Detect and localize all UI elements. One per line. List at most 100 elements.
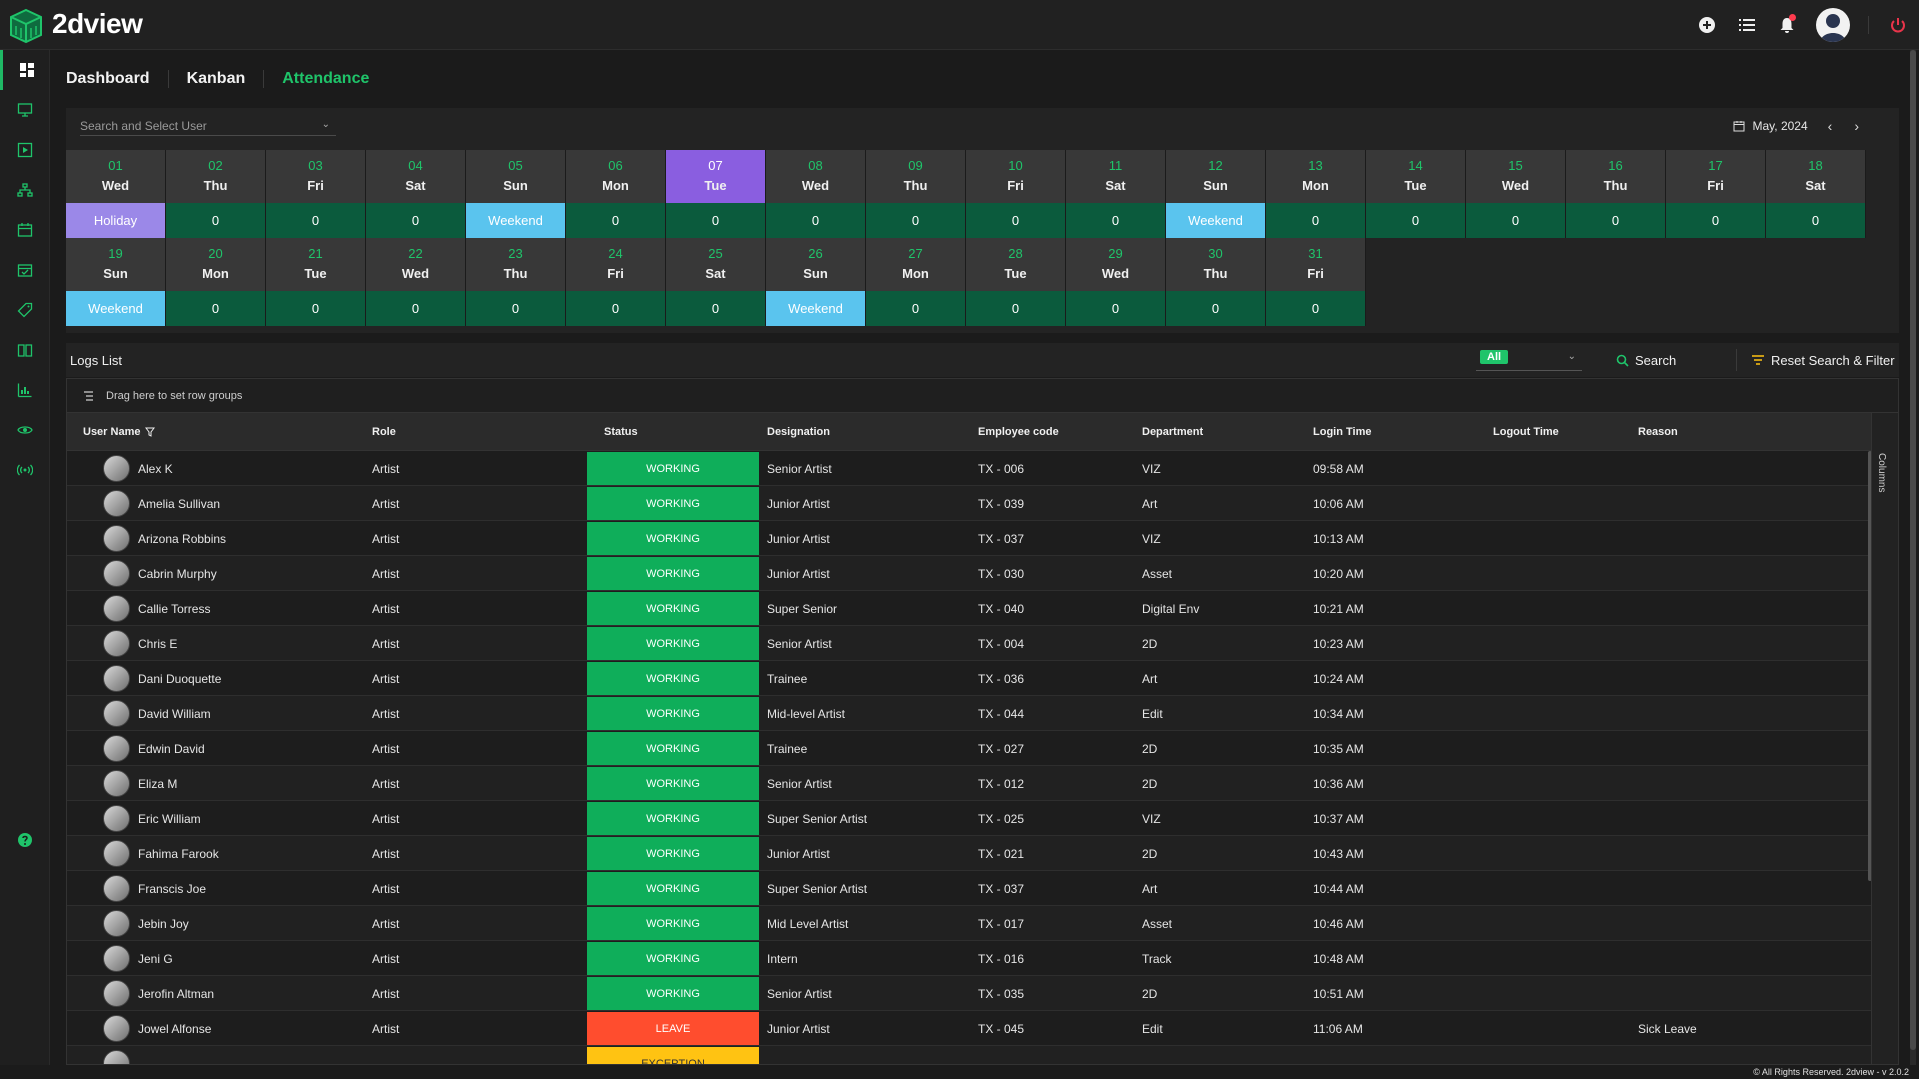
search-button[interactable]: Search: [1616, 349, 1676, 371]
bell-icon[interactable]: [1776, 14, 1798, 36]
user-name-cell[interactable]: Franscis Joe: [103, 871, 206, 906]
sidebar-item-docs[interactable]: [0, 330, 50, 370]
filter-icon[interactable]: [145, 427, 156, 437]
calendar-day[interactable]: 09 Thu 0: [866, 150, 966, 238]
calendar-day[interactable]: 28 Tue 0: [966, 238, 1066, 326]
reset-filter-button[interactable]: Reset Search & Filter: [1736, 349, 1895, 371]
calendar-day[interactable]: 24 Fri 0: [566, 238, 666, 326]
calendar-day[interactable]: 01 Wed Holiday: [66, 150, 166, 238]
calendar-day[interactable]: 06 Mon 0: [566, 150, 666, 238]
user-name-cell[interactable]: Jebin Joy: [103, 906, 189, 941]
row-group-bar[interactable]: Drag here to set row groups: [67, 379, 1898, 413]
user-name-cell[interactable]: Jowel Alfonse: [103, 1011, 211, 1046]
user-name-cell[interactable]: Amelia Sullivan: [103, 486, 220, 521]
user-name-cell[interactable]: Callie Torress: [103, 591, 210, 626]
user-name-cell[interactable]: Dani Duoquette: [103, 661, 221, 696]
calendar-day[interactable]: 30 Thu 0: [1166, 238, 1266, 326]
user-name-cell[interactable]: Arizona Robbins: [103, 521, 226, 556]
calendar-day[interactable]: 27 Mon 0: [866, 238, 966, 326]
sidebar-item-media[interactable]: [0, 130, 50, 170]
calendar-day[interactable]: 13 Mon 0: [1266, 150, 1366, 238]
col-login-time[interactable]: Login Time: [1313, 413, 1371, 451]
sidebar-item-calendar[interactable]: [0, 210, 50, 250]
calendar-day[interactable]: 02 Thu 0: [166, 150, 266, 238]
calendar-day[interactable]: 23 Thu 0: [466, 238, 566, 326]
user-name-cell[interactable]: David William: [103, 696, 211, 731]
sidebar-item-review[interactable]: [0, 410, 50, 450]
user-name-cell[interactable]: Cabrin Murphy: [103, 556, 217, 591]
tab-dashboard[interactable]: Dashboard: [66, 70, 169, 88]
calendar-day[interactable]: 29 Wed 0: [1066, 238, 1166, 326]
table-row[interactable]: Fahima Farook Artist Junior Artist TX - 021…: [67, 836, 1872, 871]
table-row[interactable]: Jebin Joy Artist Mid Level Artist TX - 017 A…: [67, 906, 1872, 941]
next-month-icon[interactable]: ›: [1854, 118, 1859, 134]
calendar-day[interactable]: 26 Sun Weekend: [766, 238, 866, 326]
table-row[interactable]: Alex K Artist Senior Artist TX - 006 VIZ 09:5…: [67, 451, 1872, 486]
calendar-day[interactable]: 20 Mon 0: [166, 238, 266, 326]
table-row[interactable]: Callie Torress Artist Super Senior TX - 040…: [67, 591, 1872, 626]
calendar-day[interactable]: 17 Fri 0: [1666, 150, 1766, 238]
search-user-select[interactable]: Search and Select User ⌄: [80, 116, 336, 136]
col-status[interactable]: Status: [604, 413, 638, 451]
sidebar-item-reports[interactable]: [0, 370, 50, 410]
table-row[interactable]: Cabrin Murphy Artist Junior Artist TX - 030…: [67, 556, 1872, 591]
sidebar-item-help[interactable]: [0, 820, 50, 860]
calendar-day[interactable]: 21 Tue 0: [266, 238, 366, 326]
col-user-name[interactable]: User Name: [83, 413, 156, 451]
calendar-day[interactable]: 04 Sat 0: [366, 150, 466, 238]
add-icon[interactable]: [1696, 14, 1718, 36]
col-logout-time[interactable]: Logout Time: [1493, 413, 1559, 451]
table-row[interactable]: Jerofin Altman Artist Senior Artist TX - 03…: [67, 976, 1872, 1011]
table-row[interactable]: EXCEPTION: [67, 1046, 1872, 1064]
calendar-day[interactable]: 15 Wed 0: [1466, 150, 1566, 238]
col-role[interactable]: Role: [372, 413, 396, 451]
user-name-cell[interactable]: Edwin David: [103, 731, 205, 766]
sidebar-item-monitor[interactable]: [0, 90, 50, 130]
table-row[interactable]: Jowel Alfonse Artist Junior Artist TX - 045…: [67, 1011, 1872, 1046]
sidebar-item-tags[interactable]: [0, 290, 50, 330]
col-reason[interactable]: Reason: [1638, 413, 1678, 451]
status-filter-select[interactable]: All ⌄: [1476, 349, 1582, 371]
sidebar-item-hierarchy[interactable]: [0, 170, 50, 210]
calendar-day[interactable]: 05 Sun Weekend: [466, 150, 566, 238]
calendar-day[interactable]: 14 Tue 0: [1366, 150, 1466, 238]
calendar-day[interactable]: 25 Sat 0: [666, 238, 766, 326]
table-row[interactable]: Chris E Artist Senior Artist TX - 004 2D 10:2…: [67, 626, 1872, 661]
user-name-cell[interactable]: Jeni G: [103, 941, 173, 976]
table-row[interactable]: Jeni G Artist Intern TX - 016 Track 10:48 AM W…: [67, 941, 1872, 976]
user-name-cell[interactable]: [103, 1046, 138, 1064]
table-row[interactable]: Arizona Robbins Artist Junior Artist TX - 0…: [67, 521, 1872, 556]
calendar-day[interactable]: 03 Fri 0: [266, 150, 366, 238]
calendar-day[interactable]: 31 Fri 0: [1266, 238, 1366, 326]
table-row[interactable]: Franscis Joe Artist Super Senior Artist TX …: [67, 871, 1872, 906]
table-row[interactable]: David William Artist Mid-level Artist TX - …: [67, 696, 1872, 731]
sidebar-item-schedule[interactable]: [0, 250, 50, 290]
user-name-cell[interactable]: Fahima Farook: [103, 836, 219, 871]
prev-month-icon[interactable]: ‹: [1828, 118, 1833, 134]
table-row[interactable]: Edwin David Artist Trainee TX - 027 2D 10:35 …: [67, 731, 1872, 766]
col-designation[interactable]: Designation: [767, 413, 830, 451]
table-row[interactable]: Dani Duoquette Artist Trainee TX - 036 Art 10…: [67, 661, 1872, 696]
user-name-cell[interactable]: Jerofin Altman: [103, 976, 214, 1011]
calendar-day[interactable]: 08 Wed 0: [766, 150, 866, 238]
calendar-day[interactable]: 07 Tue 0: [666, 150, 766, 238]
calendar-day[interactable]: 10 Fri 0: [966, 150, 1066, 238]
table-row[interactable]: Eliza M Artist Senior Artist TX - 012 2D 10:3…: [67, 766, 1872, 801]
table-row[interactable]: Amelia Sullivan Artist Junior Artist TX - 0…: [67, 486, 1872, 521]
sidebar-item-broadcast[interactable]: [0, 450, 50, 490]
calendar-day[interactable]: 22 Wed 0: [366, 238, 466, 326]
calendar-day[interactable]: 18 Sat 0: [1766, 150, 1866, 238]
col-employee-code[interactable]: Employee code: [978, 413, 1059, 451]
calendar-day[interactable]: 12 Sun Weekend: [1166, 150, 1266, 238]
user-name-cell[interactable]: Chris E: [103, 626, 177, 661]
table-row[interactable]: Eric William Artist Super Senior Artist TX …: [67, 801, 1872, 836]
sidebar-item-dashboard[interactable]: [0, 50, 50, 90]
col-department[interactable]: Department: [1142, 413, 1203, 451]
tab-kanban[interactable]: Kanban: [169, 70, 265, 88]
page-scrollbar[interactable]: [1910, 50, 1916, 1065]
month-label[interactable]: May, 2024: [1753, 119, 1808, 133]
calendar-day[interactable]: 11 Sat 0: [1066, 150, 1166, 238]
power-icon[interactable]: [1887, 14, 1909, 36]
user-name-cell[interactable]: Eric William: [103, 801, 201, 836]
list-icon[interactable]: [1736, 14, 1758, 36]
